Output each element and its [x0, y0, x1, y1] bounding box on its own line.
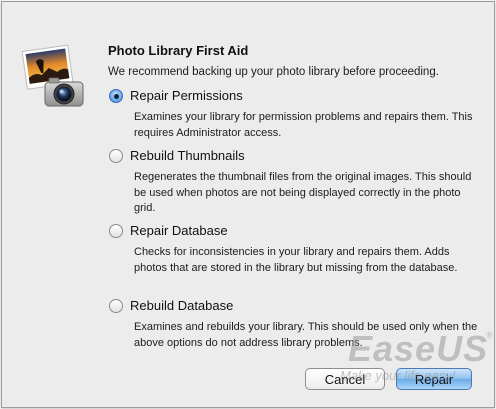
option-description-rebuild-thumbnails: Regenerates the thumbnail files from the… [134, 171, 472, 214]
option-label-repair-permissions[interactable]: Repair Permissions [130, 88, 243, 103]
radio-repair-database[interactable] [109, 224, 123, 238]
option-rebuild-thumbnails[interactable]: Rebuild Thumbnails Regenerates the thumb… [108, 148, 488, 217]
option-description-repair-permissions: Examines your library for permission pro… [134, 111, 473, 139]
dialog-subtitle: We recommend backing up your photo libra… [108, 66, 439, 78]
radio-rebuild-database[interactable] [109, 299, 123, 313]
dialog-title: Photo Library First Aid [108, 43, 249, 58]
option-rebuild-database[interactable]: Rebuild Database Examines and rebuilds y… [108, 298, 488, 351]
option-label-repair-database[interactable]: Repair Database [130, 223, 228, 238]
option-description-repair-database: Checks for inconsistencies in your libra… [134, 246, 458, 274]
option-description-rebuild-database: Examines and rebuilds your library. This… [134, 321, 478, 349]
option-label-rebuild-thumbnails[interactable]: Rebuild Thumbnails [130, 148, 245, 163]
cancel-button[interactable]: Cancel [305, 368, 385, 390]
repair-button[interactable]: Repair [396, 368, 472, 390]
option-repair-database[interactable]: Repair Database Checks for inconsistenci… [108, 223, 488, 276]
option-repair-permissions[interactable]: Repair Permissions Examines your library… [108, 88, 488, 141]
option-label-rebuild-database[interactable]: Rebuild Database [130, 298, 233, 313]
iphoto-camera-icon [19, 42, 87, 110]
radio-repair-permissions[interactable] [109, 89, 123, 103]
first-aid-dialog: Photo Library First Aid We recommend bac… [1, 1, 495, 408]
radio-rebuild-thumbnails[interactable] [109, 149, 123, 163]
radio-selected-dot [113, 93, 119, 99]
